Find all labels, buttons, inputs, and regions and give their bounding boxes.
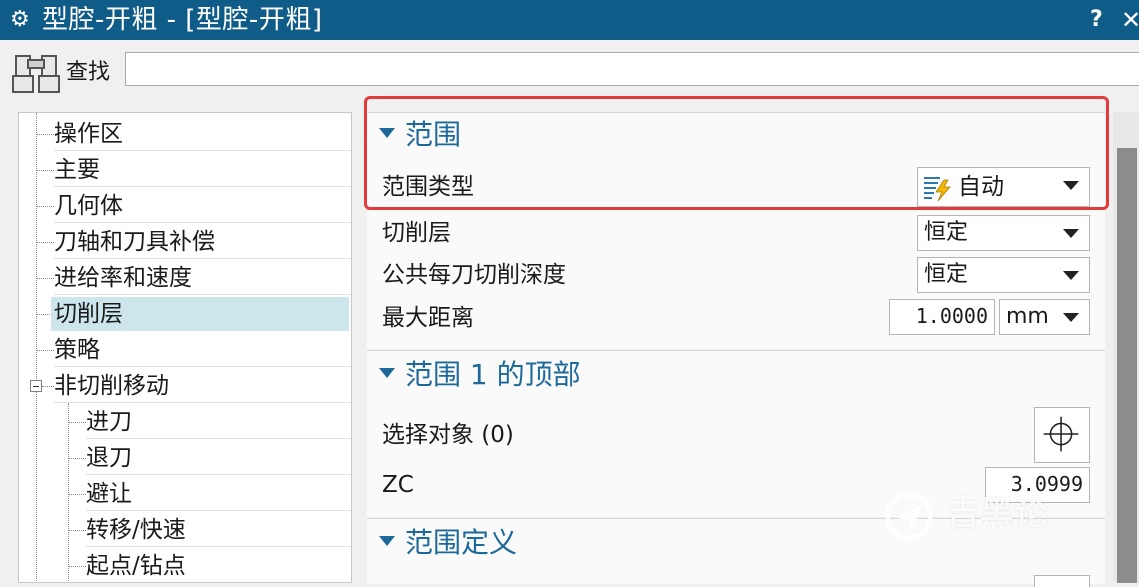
tree-connector: [68, 566, 86, 567]
tree-connector: [68, 403, 69, 582]
tree-connector: [36, 170, 54, 171]
row-separator: [54, 222, 351, 223]
max-distance-unit: mm: [1006, 304, 1049, 329]
tree-connector: [36, 350, 54, 351]
max-distance-label: 最大距离: [382, 305, 474, 331]
tree-connector: [36, 134, 54, 135]
binoculars-icon[interactable]: [12, 52, 60, 94]
common-depth-label: 公共每刀切削深度: [382, 262, 566, 288]
tree-connector: [68, 494, 86, 495]
watermark-text: 吉黑论: [945, 494, 1048, 534]
row-separator: [54, 186, 351, 187]
watermark-logo: 吉黑论: [884, 486, 1048, 541]
tree-connector: [36, 242, 54, 243]
auto-range-icon: [924, 177, 951, 202]
common-depth-dropdown[interactable]: 恒定: [917, 257, 1090, 293]
max-distance-input[interactable]: 1.0000: [889, 299, 995, 335]
find-input[interactable]: [125, 52, 1139, 86]
row-separator: [86, 474, 351, 475]
navigation-tree: 操作区 主要 几何体 刀轴和刀具补偿 进给率和速度 切削层 策略 非切削移动 进…: [18, 112, 352, 583]
row-separator: [54, 366, 351, 367]
chevron-down-icon: [1063, 181, 1079, 190]
tree-connector: [68, 458, 86, 459]
tree-item-transfer-rapid[interactable]: 转移/快速: [86, 513, 186, 547]
row-separator: [54, 294, 351, 295]
cut-levels-label: 切削层: [382, 220, 451, 246]
range-type-value: 自动: [958, 174, 1004, 200]
tree-item-geometry[interactable]: 几何体: [54, 189, 123, 223]
gear-icon[interactable]: ⚙: [10, 6, 30, 34]
range-type-label: 范围类型: [382, 174, 474, 200]
watermark-plane-icon: [885, 491, 933, 540]
zc-label: ZC: [382, 472, 414, 498]
range-definition-section-header[interactable]: 范围定义: [379, 525, 517, 561]
tree-item-tool-axis[interactable]: 刀轴和刀具补偿: [54, 225, 215, 259]
tree-item-cut-levels[interactable]: 切削层: [51, 297, 349, 331]
tree-item-main[interactable]: 主要: [54, 153, 100, 187]
collapse-triangle-icon: [379, 536, 395, 546]
tree-item-retract[interactable]: 退刀: [86, 441, 132, 475]
chevron-down-icon: [1063, 313, 1079, 322]
common-depth-value: 恒定: [924, 262, 969, 287]
chevron-down-icon: [1063, 229, 1079, 238]
tree-connector: [36, 206, 54, 207]
tree-item-start-drill-points[interactable]: 起点/钻点: [86, 549, 186, 582]
tree-connector: [36, 278, 54, 279]
select-object-label: 选择对象 (0): [382, 422, 514, 448]
row-separator: [86, 438, 351, 439]
title-bar: ⚙ 型腔-开粗 - [型腔-开粗] ? ✕: [0, 0, 1139, 40]
tree-connector: [68, 422, 86, 423]
find-label: 查找: [66, 60, 111, 85]
row-separator: [54, 150, 351, 151]
tree-item-non-cutting-moves[interactable]: 非切削移动: [54, 369, 169, 403]
row-separator: [54, 402, 351, 403]
range-type-dropdown[interactable]: 自动: [917, 167, 1090, 207]
scrollbar-thumb[interactable]: [1117, 148, 1137, 583]
collapse-triangle-icon: [379, 368, 395, 378]
range-top-section-header[interactable]: 范围 1 的顶部: [379, 357, 581, 393]
tree-item-avoidance[interactable]: 避让: [86, 477, 132, 511]
range-section-header[interactable]: 范围: [379, 117, 461, 153]
window-title: 型腔-开粗 - [型腔-开粗]: [42, 5, 323, 35]
tree-item-feeds-speeds[interactable]: 进给率和速度: [54, 261, 192, 295]
help-button[interactable]: ?: [1090, 6, 1103, 34]
row-separator: [54, 258, 351, 259]
crosshair-icon: [1043, 416, 1079, 452]
select-object-button[interactable]: [1034, 407, 1090, 463]
range-section-title: 范围: [405, 118, 462, 151]
close-button[interactable]: ✕: [1121, 6, 1139, 34]
tree-item-operation-area[interactable]: 操作区: [54, 117, 123, 151]
max-distance-unit-dropdown[interactable]: mm: [999, 299, 1090, 335]
row-separator: [86, 510, 351, 511]
cut-levels-value: 恒定: [924, 220, 969, 245]
cut-levels-dropdown[interactable]: 恒定: [917, 215, 1090, 251]
tree-connector: [36, 113, 37, 582]
row-separator: [86, 546, 351, 547]
range-section: 范围 范围类型 自动 切削层 恒定 公共每刀切削深度 恒定 最大距离 1.000…: [367, 112, 1105, 349]
chevron-down-icon: [1063, 271, 1079, 280]
collapse-triangle-icon: [379, 128, 395, 138]
range-definition-button[interactable]: [1034, 575, 1090, 587]
tree-connector: [68, 530, 86, 531]
collapse-icon[interactable]: [30, 380, 42, 392]
range-top-section-title: 范围 1 的顶部: [405, 358, 581, 391]
tree-item-engage[interactable]: 进刀: [86, 405, 132, 439]
tree-item-strategy[interactable]: 策略: [54, 333, 100, 367]
tree-connector: [42, 386, 54, 387]
range-definition-section-title: 范围定义: [405, 526, 518, 559]
